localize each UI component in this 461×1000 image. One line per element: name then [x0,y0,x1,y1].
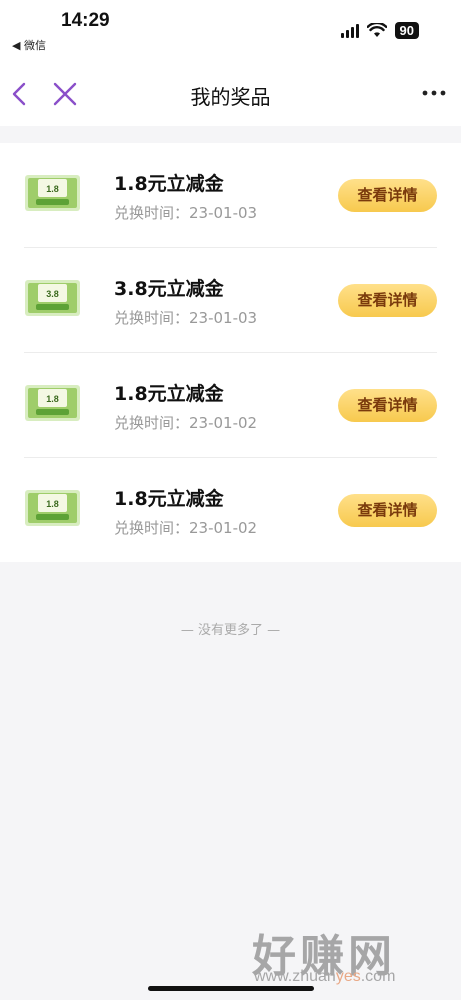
status-indicators: 90 [340,22,419,39]
status-time: 14:29 [61,10,110,31]
thumb-value: 1.8 [46,184,59,194]
view-details-button[interactable]: 查看详情 [338,179,437,212]
view-details-button[interactable]: 查看详情 [338,389,437,422]
redeem-date: 兑换时间：23-01-03 [114,204,258,222]
back-to-app-link[interactable]: ◀ 微信 [12,37,46,53]
prize-name: 1.8元立减金 [114,488,224,510]
redeem-date: 兑换时间：23-01-03 [114,309,258,327]
signal-icon [340,23,359,38]
redeem-date: 兑换时间：23-01-02 [114,519,258,537]
view-details-button[interactable]: 查看详情 [338,284,437,317]
redeem-date: 兑换时间：23-01-02 [114,414,258,432]
prize-name: 1.8元立减金 [114,383,224,405]
voucher-thumbnail-icon: 1.8 [25,490,80,526]
view-details-button[interactable]: 查看详情 [338,494,437,527]
list-item: 1.8 1.8元立减金 兑换时间：23-01-03 查看详情 [24,143,437,248]
no-more-text: — 没有更多了 — [180,623,281,638]
thumb-value: 1.8 [46,499,59,509]
prize-list: 1.8 1.8元立减金 兑换时间：23-01-03 查看详情 3.8 3.8元立… [0,143,461,562]
watermark-url: www.zhuanyes.com [254,968,395,986]
prize-name: 1.8元立减金 [114,173,224,195]
list-item: 1.8 1.8元立减金 兑换时间：23-01-02 查看详情 [24,353,437,458]
prize-name: 3.8元立减金 [114,278,224,300]
voucher-thumbnail-icon: 3.8 [25,280,80,316]
battery-indicator: 90 [394,22,419,39]
status-bar: 14:29 ◀ 微信 90 [0,0,461,62]
thumb-value: 1.8 [46,394,59,404]
list-item: 1.8 1.8元立减金 兑换时间：23-01-02 查看详情 [24,458,437,562]
list-item: 3.8 3.8元立减金 兑换时间：23-01-03 查看详情 [24,248,437,353]
thumb-value: 3.8 [46,289,59,299]
watermark-logo: 好赚网 www.zhuanyes.com [252,920,442,990]
home-indicator[interactable] [148,986,314,991]
page-title: 我的奖品 [190,85,271,109]
voucher-thumbnail-icon: 1.8 [25,175,80,211]
watermark-url-pre: www.zhuan [254,968,336,985]
voucher-thumbnail-icon: 1.8 [25,385,80,421]
more-horizontal-icon[interactable] [421,86,447,100]
watermark-url-highlight: yes [335,968,361,985]
watermark-url-post: .com [360,968,396,985]
nav-bar: 我的奖品 [0,62,461,126]
wifi-icon [366,23,387,37]
